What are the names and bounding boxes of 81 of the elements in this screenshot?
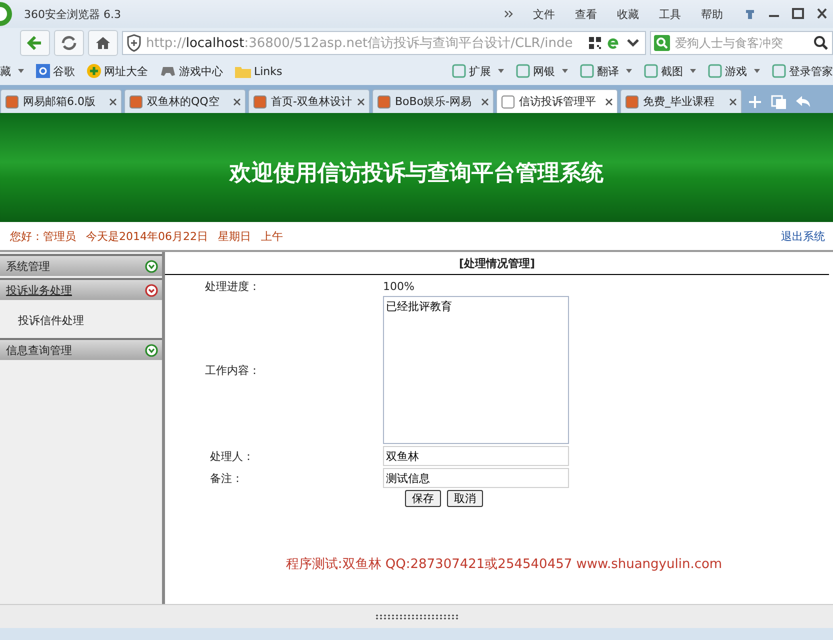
browser-tab[interactable]: 首页-双鱼林设计 [248, 89, 370, 113]
form-title: [处理情况管理] [165, 256, 829, 275]
favicon-icon [501, 94, 515, 108]
shield-icon [126, 34, 142, 52]
input-field[interactable]: 双鱼林 [383, 446, 569, 466]
field-value: 100% [383, 280, 414, 293]
toolbar-item[interactable]: 网银 [516, 64, 568, 78]
caret-icon[interactable] [18, 69, 24, 73]
menu-item[interactable]: 工具 [659, 6, 681, 22]
caret-icon[interactable] [690, 69, 696, 73]
bookmark-item[interactable]: 游戏中心 [160, 64, 223, 78]
footer-note: 程序测试:双鱼林 QQ:287307421或254540457 www.shuangyulin.com [284, 556, 724, 573]
toggle-circle-icon [145, 260, 158, 272]
home-icon[interactable] [88, 30, 118, 56]
favicon-icon [129, 94, 143, 108]
menu-item[interactable]: 帮助 [701, 6, 723, 22]
form-button[interactable]: 取消 [447, 490, 483, 507]
favicon-icon [625, 94, 639, 108]
greeting-weekday: 星期日 [218, 228, 251, 244]
window-title: 360安全浏览器 6.3 [24, 6, 121, 22]
caret-icon[interactable] [626, 69, 632, 73]
input-field[interactable]: 测试信息 [383, 468, 569, 488]
menu-item[interactable]: 文件 [533, 6, 555, 22]
toolbar-item[interactable]: 翻译 [580, 64, 632, 78]
close-tab-icon[interactable] [233, 98, 241, 106]
sidebar-group[interactable]: 系统管理 [0, 254, 162, 276]
close-tab-icon[interactable] [729, 98, 737, 106]
plus-circle-icon [87, 64, 101, 78]
gamepad-icon [160, 65, 176, 77]
bookmark-item[interactable]: 谷歌 [36, 64, 75, 78]
field-label: 备注： [209, 470, 244, 486]
double-chevron-icon[interactable] [504, 10, 513, 18]
field-label: 处理人： [209, 448, 255, 464]
toolbar-item[interactable]: 游戏 [708, 64, 760, 78]
close-tab-icon[interactable] [357, 98, 365, 106]
grip-handle-icon[interactable] [374, 614, 458, 620]
search-icon[interactable] [813, 34, 829, 50]
square-icon [36, 64, 50, 78]
greeting-period: 上午 [261, 228, 283, 244]
toggle-circle-icon [145, 344, 158, 356]
browser-tab[interactable]: 免费_毕业课程 [620, 89, 742, 113]
menu-item[interactable]: 查看 [575, 6, 597, 22]
close-tab-icon[interactable] [109, 98, 117, 106]
qr-code-icon[interactable] [588, 36, 602, 50]
menu-item[interactable]: 收藏 [617, 6, 639, 22]
refresh-icon[interactable] [54, 30, 84, 56]
toolbar-item[interactable]: 扩展 [452, 64, 504, 78]
form-button[interactable]: 保存 [405, 490, 441, 507]
textarea-field[interactable]: 已经批评教育 [383, 296, 569, 444]
bookmark-item[interactable]: 藏 [0, 64, 24, 78]
search-engine-icon [654, 34, 670, 50]
toggle-circle-icon [145, 284, 158, 296]
toolbar-item[interactable]: 登录管家 [772, 64, 833, 78]
favicon-icon [253, 94, 267, 108]
search-bar[interactable]: 爱狗人士与食客冲突 [650, 30, 833, 54]
banner-title: 欢迎使用信访投诉与查询平台管理系统 [230, 160, 604, 188]
caret-icon[interactable] [754, 69, 760, 73]
favicon-icon [5, 94, 19, 108]
field-label: 工作内容： [204, 362, 261, 378]
address-bar[interactable]: http://localhost:36800/512asp.net信访投诉与查询平台设计/CLR/inde [122, 30, 646, 54]
logout-link[interactable]: 退出系统 [781, 228, 825, 244]
folder-icon [235, 64, 251, 78]
browser-tab[interactable]: 信访投诉管理平 [496, 89, 618, 113]
toolbar-item[interactable]: 截图 [644, 64, 696, 78]
bookmark-item[interactable]: 网址大全 [87, 64, 148, 78]
bookmark-item[interactable]: Links [235, 64, 282, 78]
browser-logo-icon [0, 1, 14, 27]
sidebar-group[interactable]: 投诉业务处理 [0, 278, 162, 300]
greeting-date: 今天是2014年06月22日 [86, 228, 208, 244]
close-tab-icon[interactable] [605, 98, 613, 106]
browser-tab[interactable]: 双鱼林的QQ空 [124, 89, 246, 113]
field-label: 处理进度： [204, 279, 261, 294]
close-tab-icon[interactable] [481, 98, 489, 106]
sidebar-group[interactable]: 信息查询管理 [0, 338, 162, 360]
browser-tab[interactable]: BoBo娱乐-网易 [372, 89, 494, 113]
caret-icon[interactable] [562, 69, 568, 73]
favicon-icon [377, 94, 391, 108]
caret-icon[interactable] [498, 69, 504, 73]
browser-tab[interactable]: 网易邮箱6.0版 [0, 89, 122, 113]
greeting-user: 您好：管理员 [10, 228, 76, 244]
sidebar-item[interactable]: 投诉信件处理 [0, 302, 162, 338]
